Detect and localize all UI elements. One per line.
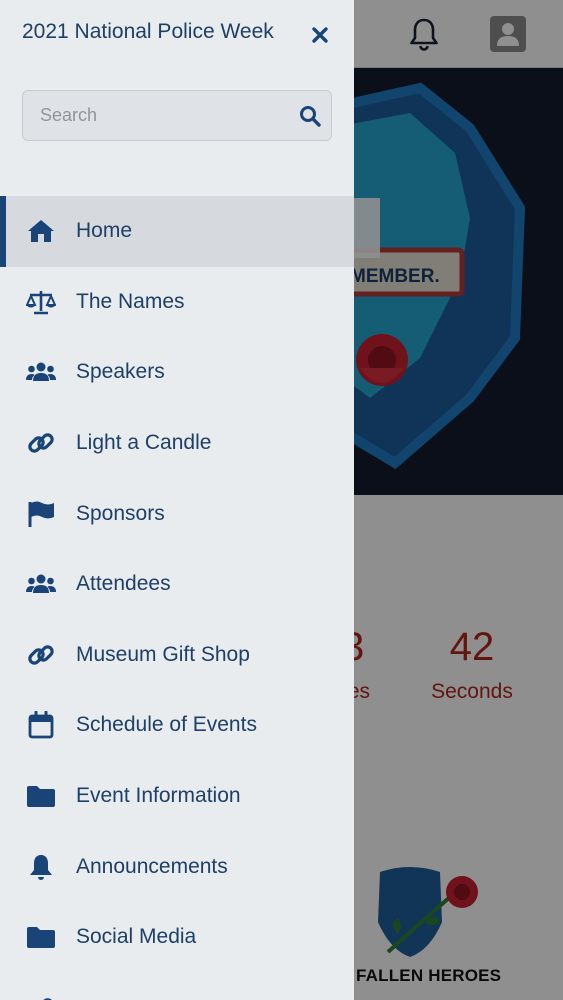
menu-item-speakers[interactable]: Speakers (0, 337, 354, 408)
menu-item-label: Social Media (76, 925, 197, 949)
menu-item-home[interactable]: Home (0, 196, 354, 267)
link-icon (26, 641, 56, 669)
search-box (22, 90, 332, 141)
menu-item-schedule-of-events[interactable]: Schedule of Events (0, 690, 354, 761)
folder-icon (26, 923, 56, 951)
menu-item-label: Speakers (76, 360, 165, 384)
drawer-menu: Home The Names Speakers Light a Candle S… (0, 196, 354, 1000)
link-icon (26, 994, 56, 1000)
menu-item-sponsors[interactable]: Sponsors (0, 478, 354, 549)
navigation-drawer: 2021 National Police Week Home (0, 0, 354, 1000)
menu-item-attendees[interactable]: Attendees (0, 549, 354, 620)
close-icon (312, 27, 328, 43)
menu-item-label: Schedule of Events (76, 713, 257, 737)
link-icon (26, 429, 56, 457)
menu-item-social-media[interactable]: Social Media (0, 902, 354, 973)
menu-item-partial[interactable] (0, 973, 354, 1000)
home-icon (26, 217, 56, 245)
close-drawer-button[interactable] (305, 20, 335, 50)
menu-item-label: Attendees (76, 572, 171, 596)
menu-item-label: Home (76, 219, 133, 243)
search-icon[interactable] (299, 105, 321, 127)
menu-item-the-names[interactable]: The Names (0, 267, 354, 338)
menu-item-label: The Names (76, 289, 185, 313)
bell-icon (26, 853, 56, 881)
menu-item-event-information[interactable]: Event Information (0, 761, 354, 832)
scale-icon (26, 288, 56, 316)
menu-item-label: Announcements (76, 854, 228, 878)
menu-item-label: Event Information (76, 784, 241, 808)
users-icon (26, 358, 56, 386)
calendar-icon (26, 711, 56, 739)
flag-icon (26, 500, 56, 528)
search-input[interactable] (23, 91, 293, 140)
menu-item-label: Light a Candle (76, 431, 212, 455)
users-icon (26, 570, 56, 598)
menu-item-label: Sponsors (76, 501, 165, 525)
menu-item-label: Museum Gift Shop (76, 642, 250, 666)
menu-item-museum-gift-shop[interactable]: Museum Gift Shop (0, 620, 354, 691)
folder-icon (26, 782, 56, 810)
menu-item-light-a-candle[interactable]: Light a Candle (0, 408, 354, 479)
drawer-title: 2021 National Police Week (22, 20, 274, 43)
menu-item-announcements[interactable]: Announcements (0, 831, 354, 902)
